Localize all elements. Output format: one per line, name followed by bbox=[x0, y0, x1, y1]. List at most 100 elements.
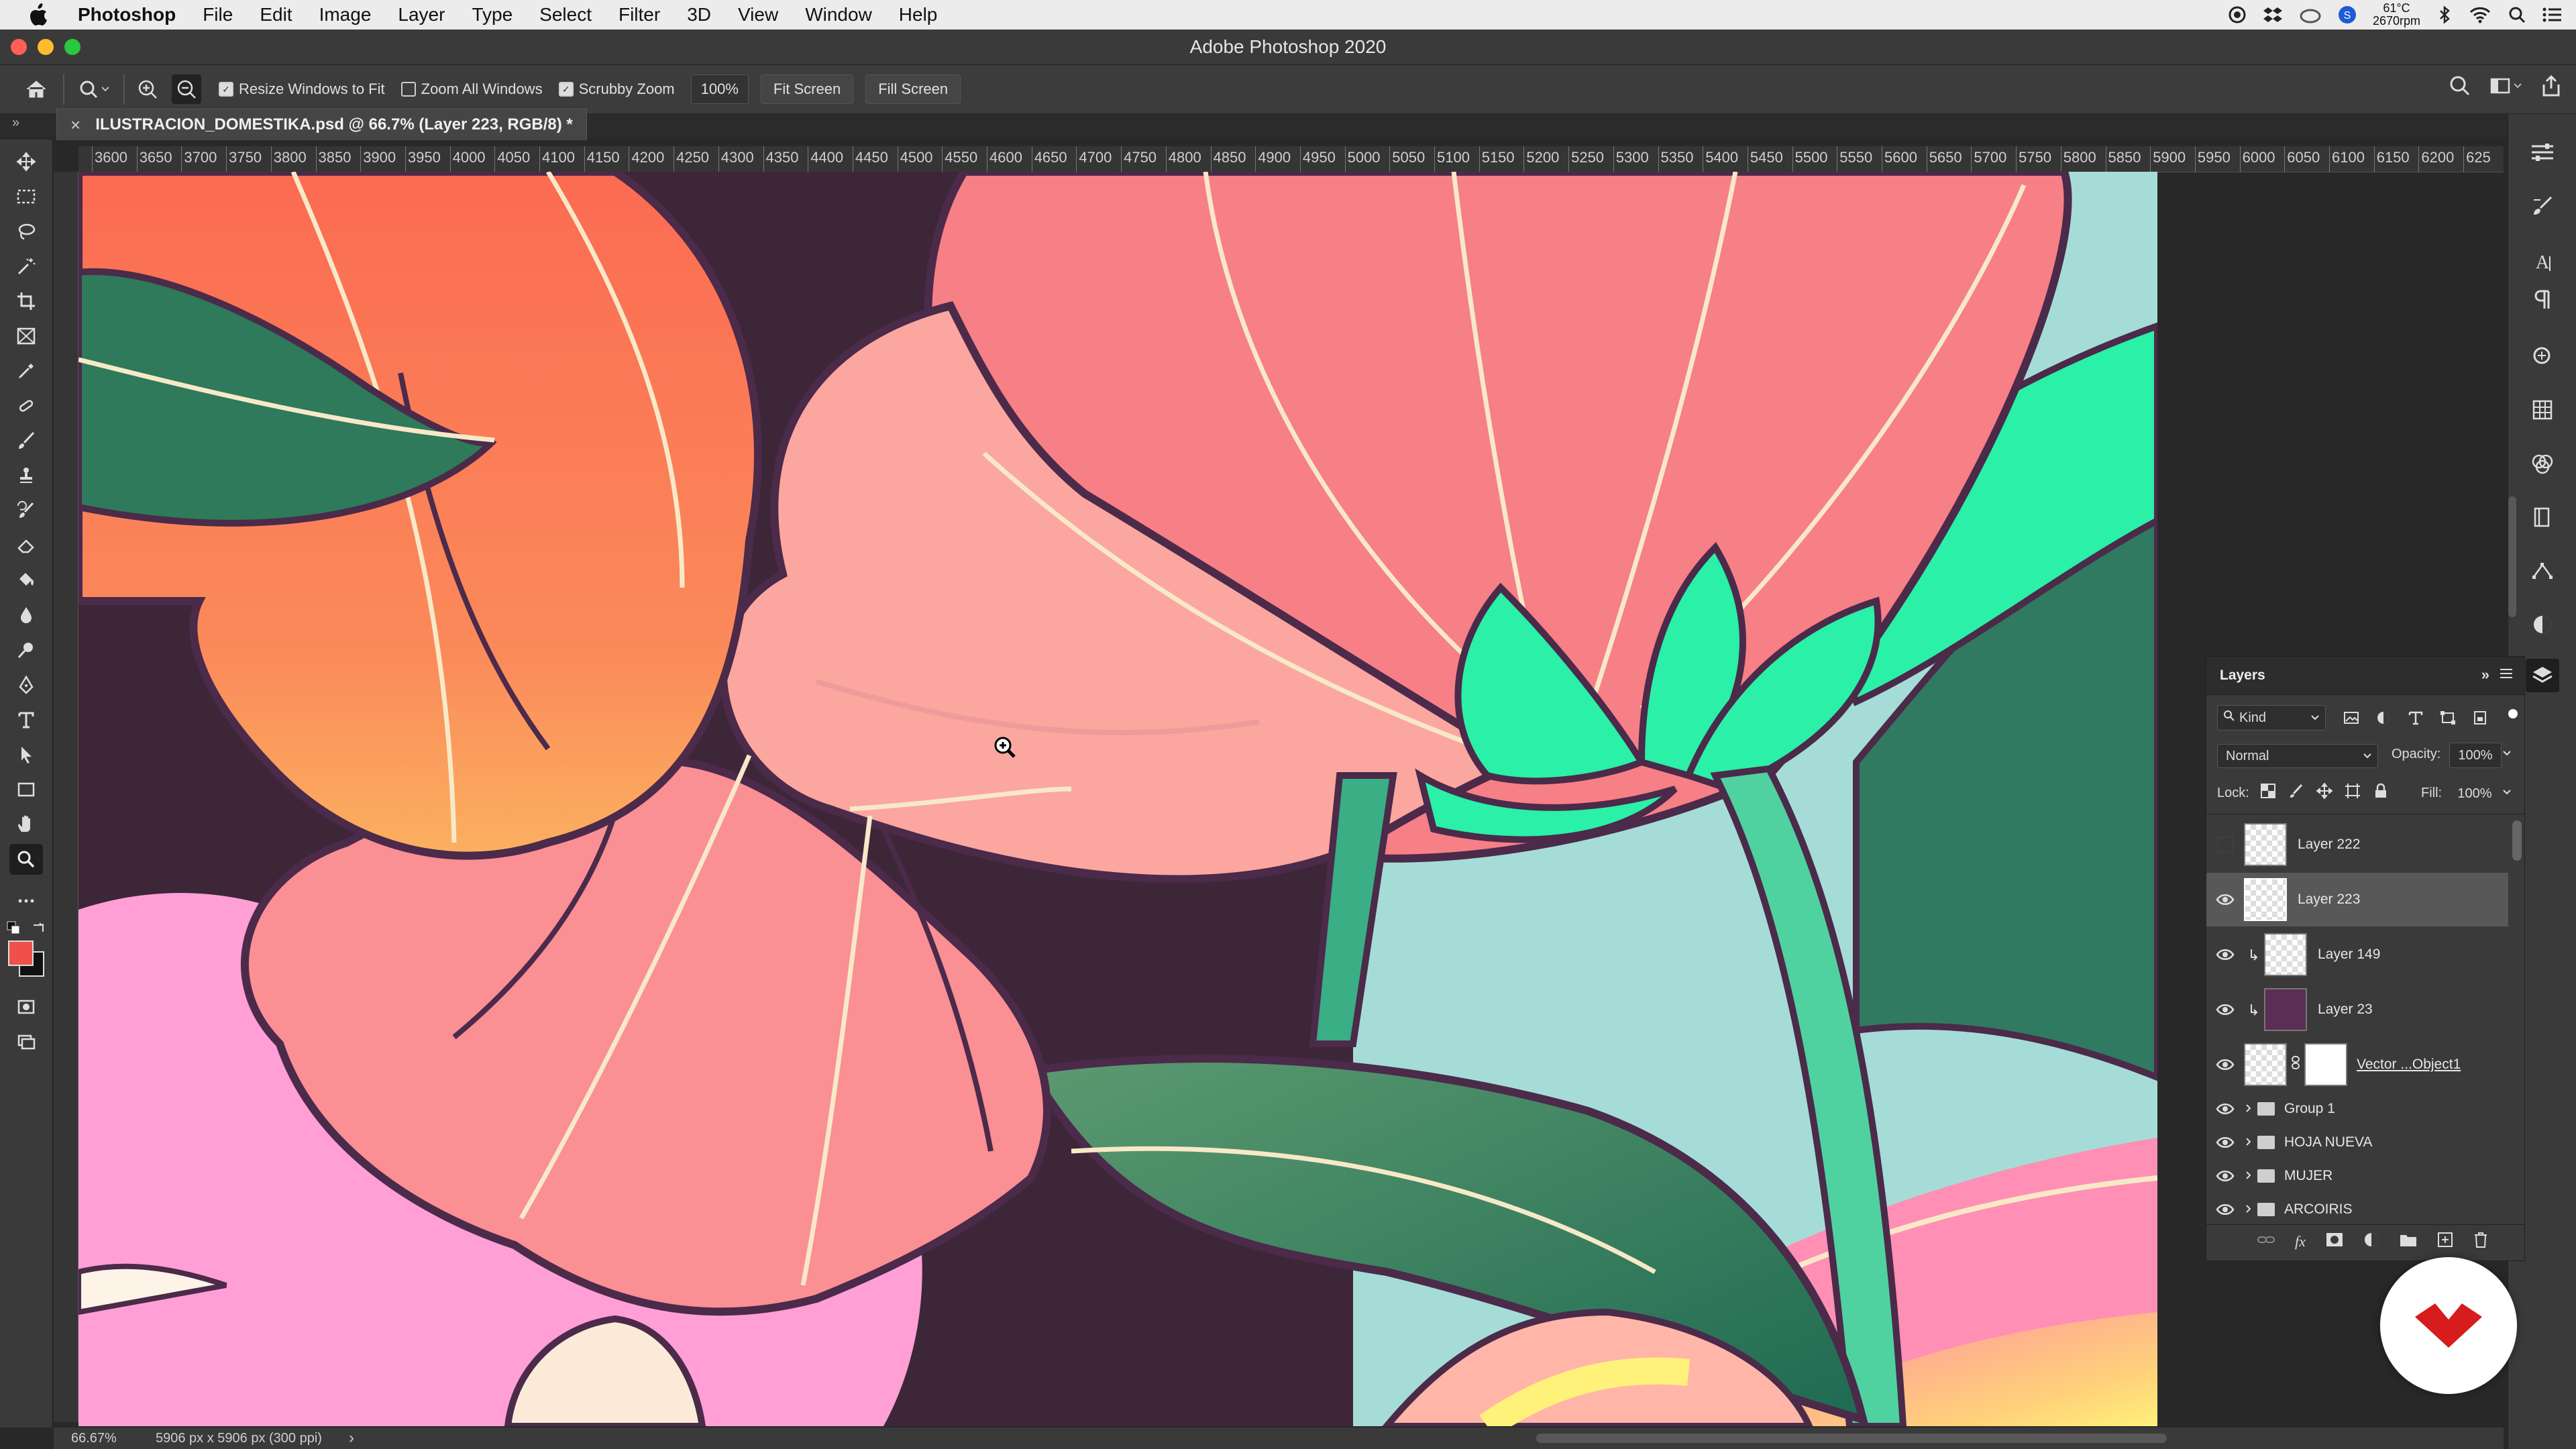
scrubby-zoom-checkbox[interactable]: ✓ Scrubby Zoom bbox=[558, 80, 675, 98]
layer-name[interactable]: Vector ...Object1 bbox=[2357, 1057, 2461, 1073]
link-layers-icon[interactable] bbox=[2257, 1233, 2275, 1250]
menu-edit[interactable]: Edit bbox=[260, 4, 292, 25]
horizontal-scrollbar[interactable] bbox=[1536, 1434, 2167, 1443]
zoom-all-windows-checkbox[interactable]: Zoom All Windows bbox=[400, 80, 543, 98]
properties-panel-icon[interactable] bbox=[2526, 136, 2559, 169]
magic-wand-tool-icon[interactable] bbox=[9, 251, 43, 282]
frame-tool-icon[interactable] bbox=[9, 321, 43, 352]
layer-group-row[interactable]: HOJA NUEVA bbox=[2206, 1126, 2508, 1159]
rectangle-tool-icon[interactable] bbox=[9, 774, 43, 805]
filter-shape-icon[interactable] bbox=[2440, 710, 2456, 729]
chevron-right-icon[interactable] bbox=[2244, 1168, 2253, 1184]
zoom-percent-field[interactable]: 100% bbox=[690, 74, 749, 104]
apple-menu-icon[interactable] bbox=[25, 1, 52, 28]
layer-name[interactable]: HOJA NUEVA bbox=[2284, 1134, 2372, 1150]
menu-window[interactable]: Window bbox=[805, 4, 872, 25]
scrubby-check-icon[interactable]: ✓ bbox=[558, 82, 574, 97]
zoom-out-icon[interactable] bbox=[172, 74, 201, 104]
zoom-all-check-icon[interactable] bbox=[400, 82, 416, 97]
lock-position-icon[interactable] bbox=[2316, 782, 2333, 802]
record-icon[interactable] bbox=[2228, 5, 2247, 24]
marquee-tool-icon[interactable] bbox=[9, 181, 43, 212]
type-tool-icon[interactable] bbox=[9, 704, 43, 735]
hand-tool-icon[interactable] bbox=[9, 809, 43, 840]
layer-mask-thumbnail[interactable] bbox=[2304, 1043, 2347, 1086]
history-brush-tool-icon[interactable] bbox=[9, 495, 43, 526]
dock-scrollbar[interactable] bbox=[2508, 496, 2516, 617]
swatches-panel-icon[interactable] bbox=[2526, 393, 2559, 427]
layer-thumbnail[interactable] bbox=[2244, 878, 2287, 921]
bluetooth-icon[interactable] bbox=[2436, 5, 2453, 24]
eye-icon[interactable] bbox=[2206, 1059, 2244, 1071]
paragraph-panel-icon[interactable] bbox=[2526, 283, 2559, 317]
collapse-panel-icon[interactable]: » bbox=[2481, 666, 2489, 684]
layer-name[interactable]: Layer 23 bbox=[2318, 1002, 2373, 1018]
new-adjustment-layer-icon[interactable] bbox=[2363, 1232, 2379, 1251]
filter-toggle-switch[interactable] bbox=[2508, 709, 2518, 718]
fill-field[interactable]: 100% bbox=[2449, 782, 2500, 806]
layer-thumbnail[interactable] bbox=[2244, 1043, 2287, 1086]
document-size-info[interactable]: 5906 px x 5906 px (300 ppi) bbox=[156, 1431, 322, 1446]
zoom-in-icon[interactable] bbox=[137, 78, 158, 100]
fill-chevron-icon[interactable] bbox=[2502, 787, 2512, 801]
spotlight-search-icon[interactable] bbox=[2508, 5, 2526, 24]
eye-icon[interactable] bbox=[2206, 1203, 2244, 1216]
character-panel-icon[interactable]: A bbox=[2526, 246, 2559, 279]
layer-filter-dropdown[interactable]: Kind bbox=[2217, 705, 2326, 731]
eye-icon[interactable] bbox=[2206, 1103, 2244, 1115]
filter-type-icon[interactable] bbox=[2408, 710, 2424, 729]
layer-name[interactable]: MUJER bbox=[2284, 1168, 2332, 1184]
new-group-icon[interactable] bbox=[2400, 1232, 2417, 1250]
close-tab-icon[interactable]: × bbox=[70, 115, 80, 136]
status-menu-arrow[interactable]: › bbox=[349, 1429, 354, 1448]
cloud-icon[interactable] bbox=[2299, 6, 2322, 23]
wifi-icon[interactable] bbox=[2469, 6, 2491, 23]
menu-help[interactable]: Help bbox=[899, 4, 938, 25]
color-panel-icon[interactable] bbox=[2526, 447, 2559, 480]
lock-artboard-icon[interactable] bbox=[2345, 783, 2361, 802]
eye-icon[interactable] bbox=[2206, 1136, 2244, 1148]
brush-tool-icon[interactable] bbox=[9, 425, 43, 456]
libraries-panel-icon[interactable] bbox=[2526, 500, 2559, 534]
share-icon[interactable] bbox=[2541, 74, 2561, 97]
search-icon[interactable] bbox=[2449, 74, 2471, 97]
layer-group-row[interactable]: MUJER bbox=[2206, 1160, 2508, 1192]
layers-scrollbar[interactable] bbox=[2512, 820, 2522, 861]
layers-panel-title[interactable]: Layers bbox=[2220, 667, 2265, 684]
layer-name[interactable]: ARCOIRIS bbox=[2284, 1201, 2353, 1218]
layer-row[interactable]: Layer 23 bbox=[2206, 983, 2508, 1036]
lock-all-icon[interactable] bbox=[2373, 783, 2389, 802]
zoom-tool-preset-icon[interactable] bbox=[78, 79, 111, 99]
cpu-monitor-icon[interactable]: S bbox=[2338, 5, 2357, 24]
link-icon[interactable] bbox=[2291, 1055, 2300, 1074]
zoom-window-button[interactable] bbox=[64, 39, 80, 55]
brush-settings-icon[interactable] bbox=[2526, 189, 2559, 223]
layer-row[interactable]: Layer 222 bbox=[2206, 818, 2508, 871]
document-tab[interactable]: × ILUSTRACION_DOMESTIKA.psd @ 66.7% (Lay… bbox=[56, 109, 587, 140]
menu-app-name[interactable]: Photoshop bbox=[78, 4, 176, 25]
eye-icon[interactable] bbox=[2206, 949, 2244, 961]
minimize-window-button[interactable] bbox=[38, 39, 54, 55]
swap-colors-icon[interactable] bbox=[31, 921, 46, 939]
dropbox-icon[interactable] bbox=[2263, 5, 2283, 24]
menu-3d[interactable]: 3D bbox=[687, 4, 711, 25]
menu-layer[interactable]: Layer bbox=[398, 4, 445, 25]
panel-menu-icon[interactable] bbox=[2499, 666, 2514, 685]
eraser-tool-icon[interactable] bbox=[9, 530, 43, 561]
menu-select[interactable]: Select bbox=[539, 4, 592, 25]
screen-mode-icon[interactable] bbox=[9, 1026, 43, 1057]
zoom-tool-icon[interactable] bbox=[9, 844, 43, 875]
document-canvas[interactable] bbox=[78, 172, 2157, 1426]
chevron-right-icon[interactable] bbox=[2244, 1101, 2253, 1117]
menu-filter[interactable]: Filter bbox=[619, 4, 660, 25]
menu-view[interactable]: View bbox=[738, 4, 778, 25]
paint-bucket-tool-icon[interactable] bbox=[9, 565, 43, 596]
layer-row[interactable]: Layer 149 bbox=[2206, 928, 2508, 981]
filter-adjustment-icon[interactable] bbox=[2375, 710, 2392, 729]
foreground-color-swatch[interactable] bbox=[8, 941, 34, 966]
navigator-panel-icon[interactable] bbox=[2526, 339, 2559, 373]
blur-tool-icon[interactable] bbox=[9, 600, 43, 631]
resize-windows-checkbox[interactable]: ✓ Resize Windows to Fit bbox=[219, 80, 385, 98]
clone-stamp-tool-icon[interactable] bbox=[9, 460, 43, 491]
fit-screen-button[interactable]: Fit Screen bbox=[760, 74, 854, 104]
